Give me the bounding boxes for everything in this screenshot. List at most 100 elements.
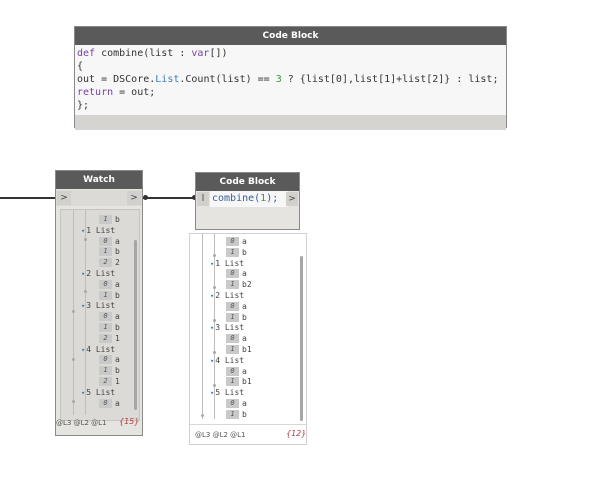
tree-node-dot [213,319,216,322]
item-index: 1 [226,377,239,387]
expand-triangle-icon[interactable]: ▾ [81,389,85,397]
output-port[interactable]: > [286,192,298,206]
expand-triangle-icon[interactable]: ▾ [81,302,85,310]
expand-triangle-icon[interactable]: ▾ [81,346,85,354]
item-index: 2 [99,333,112,343]
list-index: 2 [86,269,96,278]
tree-list-node[interactable]: ▾2 List [210,290,244,301]
watch-node[interactable]: Watch > > 1 b ▾1 List 0 a 1 b 2 2 ▾2 List 0 a 1 b ▾3 L… [55,170,143,436]
item-value: a [242,269,247,279]
watch-preview-panel[interactable]: 1 b ▾1 List 0 a 1 b 2 2 ▾2 List 0 a 1 b ▾3 List 0 a 1 b 2 1 ▾… [60,209,140,421]
tree-item: 0a [99,236,120,247]
item-value: b [242,312,247,322]
tree-list-node[interactable]: ▾5 List [81,387,115,398]
list-index: 3 [215,323,225,333]
output-port[interactable]: > [127,191,141,205]
item-index: 1 [226,409,239,419]
code-block-node-top[interactable]: Code Block def combine(list : var[]){out… [74,26,507,130]
tree-list-node[interactable]: ▾1 List [81,225,115,236]
levels-label[interactable]: @L3 @L2 @L1 [195,431,246,439]
code-block-node-call[interactable]: Code Block l combine(1); > [195,172,300,230]
item-index: 0 [226,366,239,376]
list-label: List [224,388,245,398]
code-token: var [191,48,210,59]
item-value: b [115,366,120,376]
item-index: 1 [226,247,239,257]
item-value: a [115,312,120,322]
input-port[interactable]: > [57,191,71,205]
tree-node-dot [72,358,75,361]
node-title[interactable]: Code Block [196,173,299,191]
item-index: 0 [99,279,112,289]
item-value: a [242,399,247,408]
item-index: 0 [226,269,239,279]
item-value: a [115,398,120,408]
item-index: 1 [99,290,112,300]
tree-list-node[interactable]: ▾1 List [210,258,244,269]
tree-node-dot [84,238,87,241]
tree-item: 0a [226,398,247,409]
list-index: 2 [215,291,225,300]
item-index: 1 [226,345,239,354]
levels-label[interactable]: @L3 @L2 @L1 [56,419,107,427]
expand-triangle-icon[interactable]: ▾ [210,292,214,300]
item-index: 1 [99,323,112,332]
list-label: List [224,258,245,268]
expand-triangle-icon[interactable]: ▾ [81,227,85,235]
code-token: = out; [113,87,156,98]
tree-list-node[interactable]: ▾3 List [210,322,244,333]
ports-row: > > [56,190,142,206]
tree-list-node[interactable]: ▾3 List [81,300,115,311]
wire-incoming [0,197,56,199]
expand-triangle-icon[interactable]: ▾ [210,389,214,397]
item-value: 1 [115,333,120,343]
item-index: 1 [226,280,239,290]
item-count: {15} [119,417,140,426]
tree-item: 0a [99,354,120,365]
tree-node-dot [213,384,216,387]
code-editor[interactable]: def combine(list : var[]){out = DSCore.L… [75,45,506,115]
scrollbar[interactable] [300,256,303,421]
node-title[interactable]: Watch [56,171,142,189]
tree-list-node[interactable]: ▾4 List [210,355,244,366]
tree-item: 0a [226,268,247,279]
list-label: List [224,355,245,365]
item-index: 1 [99,366,112,376]
expand-triangle-icon[interactable]: ▾ [210,260,214,268]
item-value: a [115,236,120,246]
code-line: return = out; [77,86,504,99]
item-index: 0 [226,237,239,246]
code-token: out = DSCore. [77,74,156,85]
tree-item: 21 [99,333,120,344]
node-title[interactable]: Code Block [75,27,506,45]
list-index: 4 [215,355,225,365]
item-value: 1 [115,377,120,386]
tree-list-node[interactable]: ▾4 List [81,344,115,355]
expand-triangle-icon[interactable]: ▾ [81,270,85,278]
input-port[interactable]: l [197,192,209,206]
code-line: out = DSCore.List.Count(list) == 3 ? {li… [77,73,504,86]
code-token: []) [209,48,228,59]
tree-list-node[interactable]: ▾2 List [81,268,115,279]
code-end: ); [266,193,279,204]
tree-item: 1 b1 [226,376,252,387]
item-index: 1 [226,312,239,322]
item-index: 0 [99,312,112,322]
code-line: { [77,60,504,73]
item-value: b [242,409,247,419]
tree-node-dot [72,400,75,403]
node-footer [75,115,506,130]
preview-bubble[interactable]: 0 a 1 b ▾1 List 0 a 1 b2 ▾2 List 0 a 1 b ▾3 List 0 a 1 b1 ▾… [189,233,307,445]
tree-item: 1b [99,214,120,225]
wire-watch-to-codeblock [142,197,196,199]
code-editor[interactable]: combine(1); [210,191,288,207]
port-dot [143,195,148,200]
preview-divider [190,424,306,425]
expand-triangle-icon[interactable]: ▾ [210,324,214,332]
list-index: 5 [86,387,96,397]
item-value: a [242,366,247,376]
scrollbar[interactable] [134,240,137,410]
tree-item: 0a [99,279,120,290]
expand-triangle-icon[interactable]: ▾ [210,357,214,365]
tree-list-node[interactable]: ▾5 List [210,387,244,398]
